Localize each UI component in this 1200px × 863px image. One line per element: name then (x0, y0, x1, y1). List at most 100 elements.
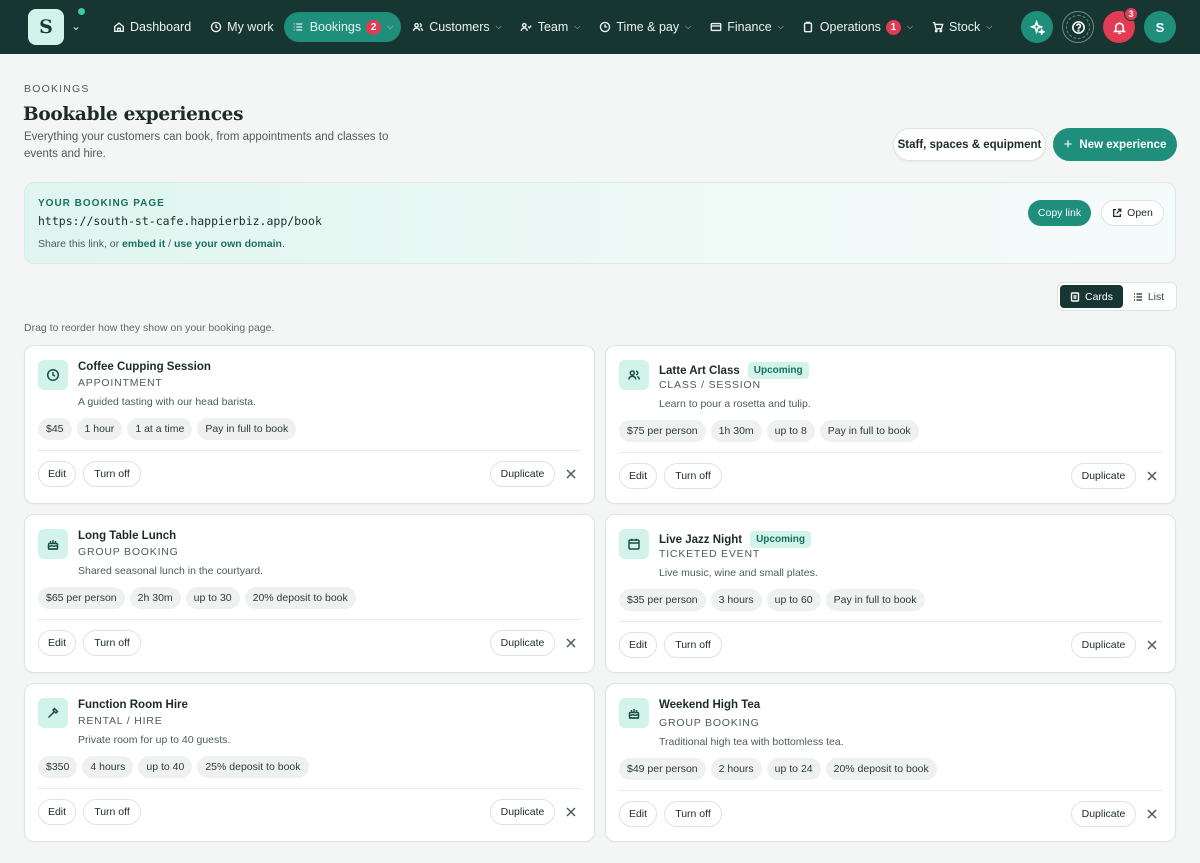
detail-chip: 20% deposit to book (244, 587, 356, 609)
edit-button[interactable]: Edit (619, 632, 657, 658)
remove-experience-button[interactable] (564, 636, 578, 650)
open-booking-page-button[interactable]: Open (1101, 200, 1164, 226)
chevron-down-icon: ⌵ (495, 22, 502, 31)
embed-link[interactable]: embed it (122, 238, 165, 250)
nav-item-label: Dashboard (130, 20, 192, 34)
help-icon (1071, 20, 1085, 34)
remove-experience-button[interactable] (1145, 638, 1159, 652)
edit-button[interactable]: Edit (619, 801, 657, 827)
experience-card[interactable]: Weekend High Tea GROUP BOOKING Traditional… (605, 683, 1176, 842)
experience-card[interactable]: Function Room Hire RENTAL / HIRE Private r… (24, 683, 595, 842)
edit-button[interactable]: Edit (38, 630, 76, 656)
business-logo[interactable]: S (28, 9, 64, 45)
detail-chip: $75 per person (619, 420, 706, 442)
experience-details: $49 per person 2 hours up to 24 20% deposit… (619, 758, 937, 780)
edit-button[interactable]: Edit (619, 463, 657, 489)
close-icon (1147, 809, 1157, 819)
turn-off-button[interactable]: Turn off (664, 801, 722, 827)
experience-type: RENTAL / HIRE (78, 715, 163, 727)
chevron-down-icon: ⌵ (574, 22, 581, 31)
turn-off-button[interactable]: Turn off (83, 630, 141, 656)
home-icon (112, 21, 125, 34)
assistant-button[interactable] (1021, 11, 1053, 43)
detail-chip: $35 per person (619, 589, 706, 611)
experience-details: $65 per person 2h 30m up to 30 20% deposit … (38, 587, 356, 609)
experience-description: Private room for up to 40 guests. (78, 734, 231, 746)
chevron-down-icon: ⌵ (906, 22, 914, 31)
online-status-dot (78, 8, 85, 15)
edit-button[interactable]: Edit (38, 461, 76, 487)
nav-item-time-pay[interactable]: Time & pay ⌵ (590, 12, 699, 42)
experience-card[interactable]: Long Table Lunch GROUP BOOKING Shared seas… (24, 514, 595, 673)
list-view-button[interactable]: List (1123, 285, 1174, 308)
cart-icon (931, 21, 944, 34)
experience-description: Live music, wine and small plates. (659, 567, 818, 579)
duplicate-button[interactable]: Duplicate (1071, 632, 1136, 658)
close-icon (566, 469, 576, 479)
experience-name: Function Room Hire (78, 699, 188, 711)
hammer-icon (47, 707, 59, 719)
nav-menu: Dashboard My work Bookings 2 ⌵ Customers ⌵ Team… (104, 12, 1000, 42)
duplicate-button[interactable]: Duplicate (490, 461, 555, 487)
detail-chip: $350 (38, 756, 78, 778)
timer-icon (598, 21, 611, 34)
detail-chip: Pay in full to book (197, 418, 297, 440)
duplicate-button[interactable]: Duplicate (1071, 801, 1136, 827)
experience-type-icon-box (619, 698, 649, 728)
remove-experience-button[interactable] (564, 805, 578, 819)
detail-chip: $65 per person (38, 587, 125, 609)
nav-item-team[interactable]: Team ⌵ (512, 12, 589, 42)
experience-name: Latte Art Class (659, 364, 740, 377)
nav-item-stock[interactable]: Stock ⌵ (923, 12, 1000, 42)
edit-button[interactable]: Edit (38, 799, 76, 825)
nav-item-customers[interactable]: Customers ⌵ (403, 12, 510, 42)
booking-page-url: https://south-st-cafe.happierbiz.app/boo… (38, 214, 322, 228)
user-avatar[interactable]: S (1144, 11, 1176, 43)
turn-off-button[interactable]: Turn off (83, 799, 141, 825)
card-divider (619, 621, 1162, 622)
duplicate-button[interactable]: Duplicate (490, 630, 555, 656)
sparkle-icon (1029, 19, 1045, 35)
experience-details: $35 per person 3 hours up to 60 Pay in full… (619, 589, 925, 611)
close-icon (1147, 471, 1157, 481)
users-icon (411, 21, 424, 34)
help-button[interactable] (1062, 11, 1094, 43)
own-domain-link[interactable]: use your own domain (174, 238, 282, 250)
experience-card[interactable]: Latte Art Class Upcoming CLASS / SESSION Le… (605, 345, 1176, 504)
nav-item-my-work[interactable]: My work (201, 12, 282, 42)
staff-spaces-equipment-button[interactable]: Staff, spaces & equipment (893, 128, 1046, 161)
nav-item-operations[interactable]: Operations 1 ⌵ (794, 12, 921, 42)
experience-type: GROUP BOOKING (659, 717, 760, 729)
view-toggle: Cards List (1057, 282, 1177, 311)
nav-item-finance[interactable]: Finance ⌵ (701, 12, 792, 42)
experience-type-icon-box (619, 360, 649, 390)
turn-off-button[interactable]: Turn off (664, 463, 722, 489)
remove-experience-button[interactable] (1145, 469, 1159, 483)
turn-off-button[interactable]: Turn off (83, 461, 141, 487)
nav-item-dashboard[interactable]: Dashboard (104, 12, 199, 42)
remove-experience-button[interactable] (564, 467, 578, 481)
detail-chip: 25% deposit to book (197, 756, 309, 778)
experience-description: Traditional high tea with bottomless tea… (659, 736, 844, 748)
experience-card[interactable]: Live Jazz Night Upcoming TICKETED EVENT Liv… (605, 514, 1176, 673)
turn-off-button[interactable]: Turn off (664, 632, 722, 658)
nav-item-bookings[interactable]: Bookings 2 ⌵ (283, 12, 402, 42)
experience-name: Coffee Cupping Session (78, 361, 211, 373)
nav-item-label: Operations (819, 20, 881, 34)
duplicate-button[interactable]: Duplicate (1071, 463, 1136, 489)
card-divider (38, 788, 581, 789)
chevron-down-icon: ⌵ (685, 22, 692, 31)
new-experience-button[interactable]: + New experience (1053, 128, 1177, 161)
experience-card[interactable]: Coffee Cupping Session APPOINTMENT A guide… (24, 345, 595, 504)
copy-link-button[interactable]: Copy link (1028, 200, 1091, 226)
booking-page-panel: YOUR BOOKING PAGE https://south-st-cafe.… (24, 182, 1176, 264)
cards-view-button[interactable]: Cards (1060, 285, 1123, 308)
experience-type: CLASS / SESSION (659, 379, 761, 391)
remove-experience-button[interactable] (1145, 807, 1159, 821)
business-switcher-chevron-icon[interactable]: ⌄ (71, 19, 81, 33)
notifications-button[interactable]: 3 (1103, 7, 1138, 43)
duplicate-button[interactable]: Duplicate (490, 799, 555, 825)
nav-item-badge: 2 (366, 19, 382, 35)
nav-item-label: Stock (949, 20, 981, 34)
clock-icon (46, 368, 60, 382)
